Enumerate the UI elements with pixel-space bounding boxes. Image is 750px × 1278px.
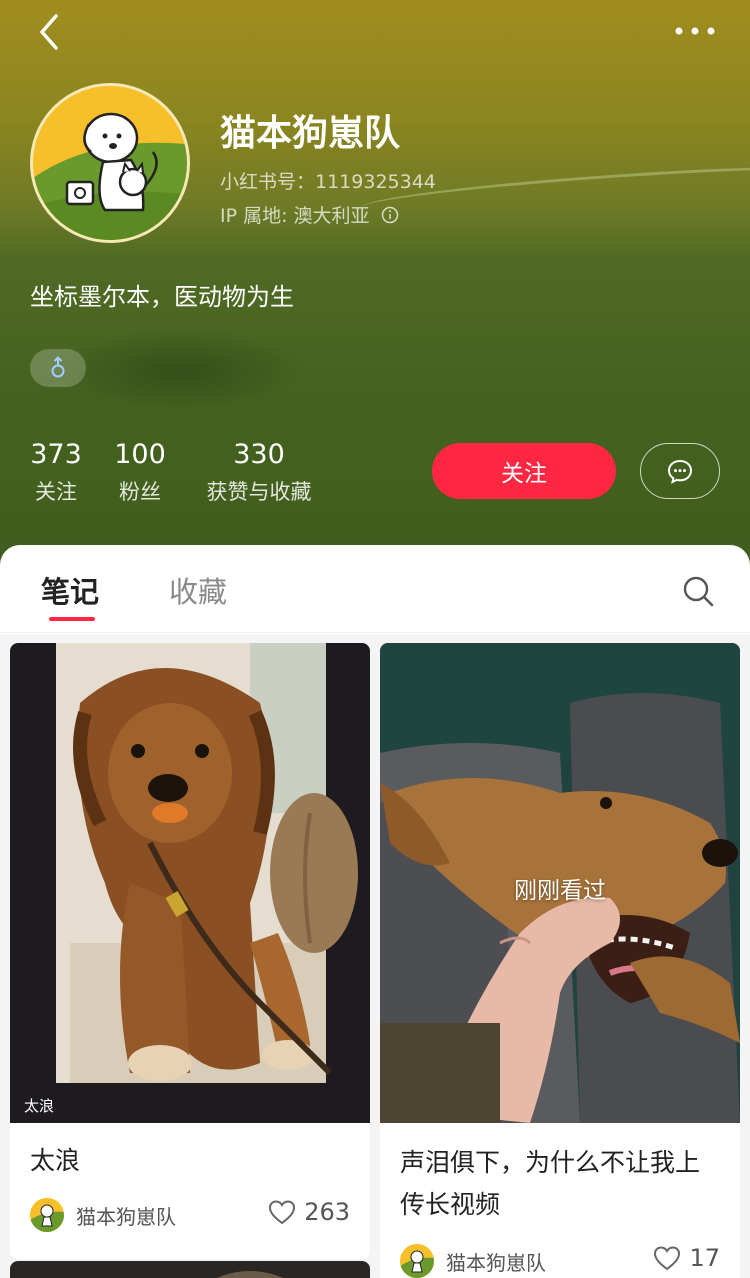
profile-header: 猫本狗崽队 小红书号：1119325344 IP 属地: 澳大利亚 坐标墨尔本，… (0, 0, 750, 600)
more-options-button[interactable] (670, 16, 720, 46)
stat-followers[interactable]: 100 粉丝 (114, 438, 166, 512)
cover-caption: 太浪 (24, 1097, 55, 1115)
note-card[interactable]: 刚刚看过 声泪俱下，为什么不让我上传长视频 猫本狗崽队 17 (380, 643, 740, 1278)
heart-icon (654, 1246, 681, 1271)
info-icon[interactable] (380, 205, 400, 225)
stat-following-count: 373 (30, 439, 82, 470)
ip-location-text: IP 属地: 澳大利亚 (220, 205, 370, 227)
likes-count: 263 (304, 1198, 350, 1226)
avatar-mini-illustration (30, 1198, 64, 1232)
heart-icon (269, 1200, 296, 1225)
content-tabs: 笔记 收藏 (0, 545, 750, 633)
note-cover-image-partial (10, 1261, 370, 1278)
note-card[interactable]: 太浪 太浪 猫本狗崽队 263 (10, 643, 370, 1259)
note-author[interactable]: 猫本狗崽队 (400, 1244, 546, 1278)
note-cover-image[interactable]: 太浪 (10, 643, 370, 1123)
stat-followers-label: 粉丝 (119, 480, 161, 504)
tab-notes[interactable]: 笔记 (41, 569, 99, 611)
stat-likes-collects[interactable]: 330 获赞与收藏 (198, 438, 320, 512)
note-title[interactable]: 声泪俱下，为什么不让我上传长视频 (400, 1142, 720, 1226)
active-tab-indicator (49, 617, 95, 621)
profile-bio: 坐标墨尔本，医动物为生 (30, 283, 294, 311)
author-name: 猫本狗崽队 (76, 1204, 176, 1229)
stat-likes-collects-label: 获赞与收藏 (206, 480, 312, 504)
back-button[interactable] (30, 12, 70, 52)
note-author[interactable]: 猫本狗崽队 (30, 1198, 176, 1232)
notes-feed: 太浪 太浪 猫本狗崽队 263 刚刚看过 声泪俱下，为什么不让我上传长视频 猫本… (0, 634, 750, 1278)
search-icon (683, 576, 714, 607)
red-id-text: 小红书号：1119325344 (220, 171, 436, 193)
note-title[interactable]: 太浪 (30, 1140, 80, 1182)
profile-avatar[interactable] (30, 83, 190, 243)
golden-dog-photo (10, 643, 370, 1123)
stat-following[interactable]: 373 关注 (30, 438, 82, 512)
avatar-dog-cat-illustration (33, 86, 187, 240)
likes-count: 17 (689, 1244, 720, 1272)
stat-following-label: 关注 (35, 480, 77, 504)
note-card[interactable] (10, 1261, 370, 1278)
tab-collections[interactable]: 收藏 (169, 569, 227, 611)
stat-likes-collects-count: 330 (233, 439, 285, 470)
ip-location: IP 属地: 澳大利亚 (220, 201, 400, 228)
gender-tag (30, 349, 86, 387)
more-dots-icon (675, 27, 715, 35)
recently-viewed-label: 刚刚看过 (514, 878, 606, 904)
author-name: 猫本狗崽队 (446, 1250, 546, 1275)
profile-nickname: 猫本狗崽队 (220, 113, 401, 154)
author-avatar (400, 1244, 434, 1278)
like-button[interactable]: 263 (268, 1198, 350, 1226)
like-button[interactable]: 17 (653, 1244, 720, 1272)
author-avatar (30, 1198, 64, 1232)
male-icon (51, 356, 65, 378)
chevron-left-icon (40, 14, 58, 50)
chat-button[interactable] (640, 443, 720, 499)
follow-button[interactable]: 关注 (432, 443, 616, 499)
stat-followers-count: 100 (114, 439, 166, 470)
note-cover-image[interactable]: 刚刚看过 (380, 643, 740, 1123)
search-button[interactable] (680, 573, 716, 609)
avatar-mini-illustration (400, 1244, 434, 1278)
chat-bubble-icon (667, 459, 693, 484)
